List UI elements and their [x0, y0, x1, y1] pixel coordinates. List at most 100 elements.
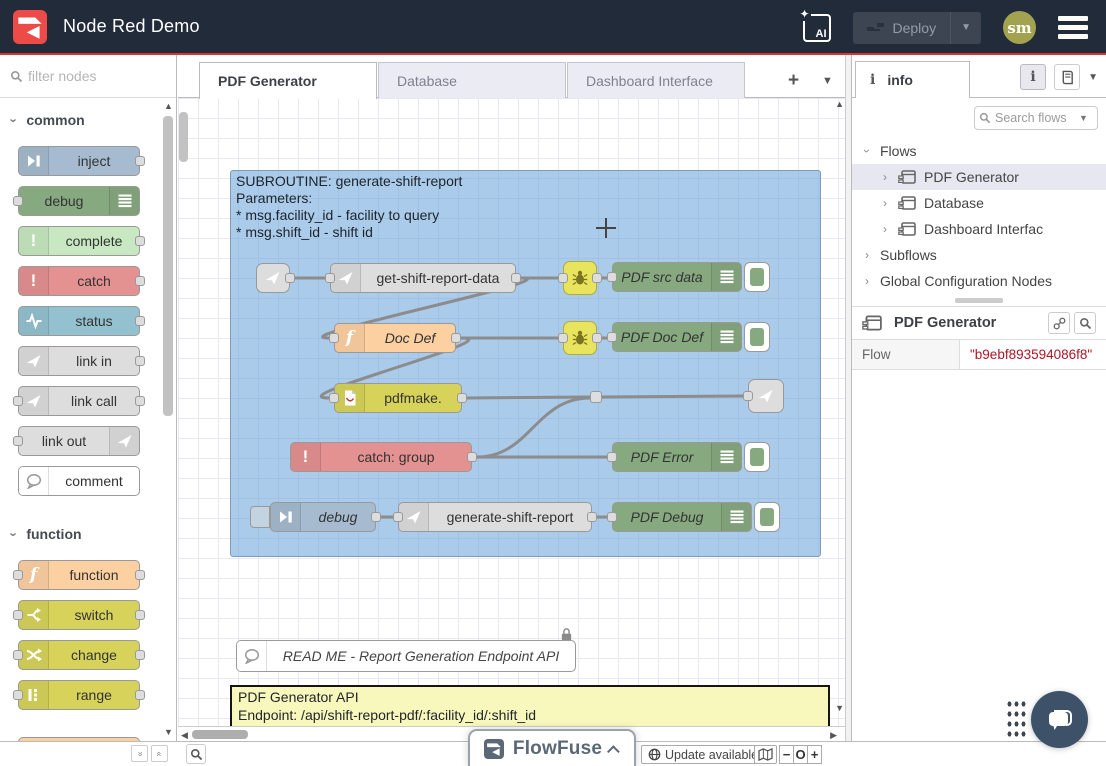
debug-enable-toggle[interactable]	[744, 322, 770, 352]
scroll-up-icon[interactable]: ▲	[164, 102, 173, 111]
input-port[interactable]	[13, 436, 23, 446]
palette-node-change[interactable]: change	[18, 640, 140, 670]
output-port[interactable]	[592, 333, 602, 343]
input-port[interactable]	[325, 273, 335, 283]
zoom-in-button[interactable]: +	[807, 745, 822, 764]
input-port[interactable]	[607, 452, 617, 462]
help-book-button[interactable]	[1054, 64, 1080, 90]
output-port[interactable]	[371, 512, 381, 522]
sidebar-tab-info[interactable]: i info	[855, 61, 970, 98]
info-panel-splitter[interactable]	[852, 294, 1106, 306]
deploy-button[interactable]: Deploy ▼	[853, 12, 982, 44]
canvas-scroll-right-icon[interactable]: ▶	[830, 731, 837, 740]
output-port[interactable]	[135, 610, 145, 620]
find-flow-button[interactable]	[1074, 312, 1096, 334]
input-port[interactable]	[607, 332, 617, 342]
canvas-vscroll-thumb[interactable]	[179, 112, 188, 162]
zoom-out-button[interactable]: −	[779, 745, 794, 764]
search-flows-box[interactable]: ▼	[974, 106, 1098, 130]
palette-node-link-call[interactable]: link call	[18, 386, 140, 416]
output-port[interactable]	[135, 276, 145, 286]
output-port[interactable]	[511, 273, 521, 283]
node-pdf-error[interactable]: PDF Error	[612, 442, 742, 472]
expand-palette-categories-button[interactable]: «	[151, 745, 168, 762]
palette-node-link-out[interactable]: link out	[18, 426, 140, 456]
palette-category-function[interactable]: › function	[0, 512, 176, 550]
node-debug-inject[interactable]: debug	[270, 502, 376, 532]
node-pdfmake[interactable]: pdfmake.	[334, 383, 462, 413]
sidebar-options-caret[interactable]: ▼	[1088, 72, 1098, 83]
debug-enable-toggle[interactable]	[744, 262, 770, 292]
input-port[interactable]	[607, 272, 617, 282]
collapse-palette-categories-button[interactable]: «	[131, 745, 148, 762]
footer-search-button[interactable]	[186, 744, 206, 764]
user-avatar[interactable]: sm	[1003, 11, 1036, 44]
zoom-reset-button[interactable]: O	[793, 745, 808, 764]
debug-enable-toggle[interactable]	[754, 502, 780, 532]
node-link-in[interactable]	[256, 263, 290, 293]
palette-scroll-thumb[interactable]	[163, 116, 173, 416]
copy-link-button[interactable]	[1048, 312, 1070, 334]
node-link-out[interactable]	[748, 379, 784, 413]
input-port[interactable]	[13, 570, 23, 580]
output-port[interactable]	[457, 393, 467, 403]
tree-item-database[interactable]: › Database	[852, 190, 1106, 216]
node-doc-def[interactable]: f Doc Def	[334, 323, 456, 353]
input-port[interactable]	[13, 610, 23, 620]
input-port[interactable]	[13, 690, 23, 700]
node-debugger-breakpoint-2[interactable]	[563, 321, 597, 355]
output-port[interactable]	[135, 690, 145, 700]
canvas-scroll-left-icon[interactable]: ◀	[181, 731, 188, 740]
output-port[interactable]	[451, 333, 461, 343]
update-available-button[interactable]: Update available	[641, 745, 765, 764]
input-port[interactable]	[329, 333, 339, 343]
output-port[interactable]	[285, 273, 295, 283]
scroll-down-icon[interactable]: ▼	[164, 728, 173, 737]
debug-enable-toggle[interactable]	[744, 442, 770, 472]
input-port[interactable]	[607, 512, 617, 522]
canvas-hscroll-thumb[interactable]	[192, 730, 248, 739]
tree-flows-root[interactable]: › Flows	[852, 138, 1106, 164]
node-pdf-debug[interactable]: PDF Debug	[612, 502, 752, 532]
node-debugger-breakpoint-1[interactable]	[563, 261, 597, 295]
output-port[interactable]	[135, 650, 145, 660]
navigator-map-button[interactable]	[754, 745, 777, 764]
input-port[interactable]	[13, 650, 23, 660]
chat-widget-button[interactable]	[1031, 691, 1088, 748]
palette-node-switch[interactable]: switch	[18, 600, 140, 630]
output-port[interactable]	[587, 512, 597, 522]
node-get-shift-report-data[interactable]: get-shift-report-data	[330, 263, 516, 293]
add-flow-button[interactable]: +	[788, 70, 799, 92]
tab-database[interactable]: Database	[378, 62, 566, 98]
palette-node-debug[interactable]: debug	[18, 186, 140, 216]
output-port[interactable]	[592, 273, 602, 283]
tree-item-pdf-generator[interactable]: › PDF Generator	[852, 164, 1106, 190]
wire-junction[interactable]	[590, 391, 602, 403]
tree-item-dashboard-interface[interactable]: › Dashboard Interfac	[852, 216, 1106, 242]
node-catch-group[interactable]: ! catch: group	[290, 442, 472, 472]
input-port[interactable]	[393, 512, 403, 522]
output-port[interactable]	[135, 236, 145, 246]
inject-button[interactable]	[250, 506, 270, 528]
deploy-options-caret[interactable]: ▼	[950, 12, 981, 44]
input-port[interactable]	[13, 196, 23, 206]
tree-global-config[interactable]: › Global Configuration Nodes	[852, 268, 1106, 294]
output-port[interactable]	[135, 570, 145, 580]
palette-node-complete[interactable]: ! complete	[18, 226, 140, 256]
input-port[interactable]	[558, 273, 568, 283]
tree-subflows[interactable]: › Subflows	[852, 242, 1106, 268]
output-port[interactable]	[135, 396, 145, 406]
output-port[interactable]	[135, 316, 145, 326]
node-pdf-src-data[interactable]: PDF src data	[612, 262, 742, 292]
palette-node-function[interactable]: f function	[18, 560, 140, 590]
palette-node-link-in[interactable]: link in	[18, 346, 140, 376]
input-port[interactable]	[13, 396, 23, 406]
input-port[interactable]	[743, 391, 753, 401]
palette-node-catch[interactable]: ! catch	[18, 266, 140, 296]
output-port[interactable]	[467, 452, 477, 462]
tab-dashboard-interface[interactable]: Dashboard Interface	[567, 62, 745, 98]
api-note-group[interactable]: PDF Generator API Endpoint: /api/shift-r…	[230, 685, 830, 726]
output-port[interactable]	[135, 156, 145, 166]
palette-category-common[interactable]: › common	[0, 98, 176, 136]
widget-drag-handle-dots[interactable]	[1006, 699, 1026, 739]
